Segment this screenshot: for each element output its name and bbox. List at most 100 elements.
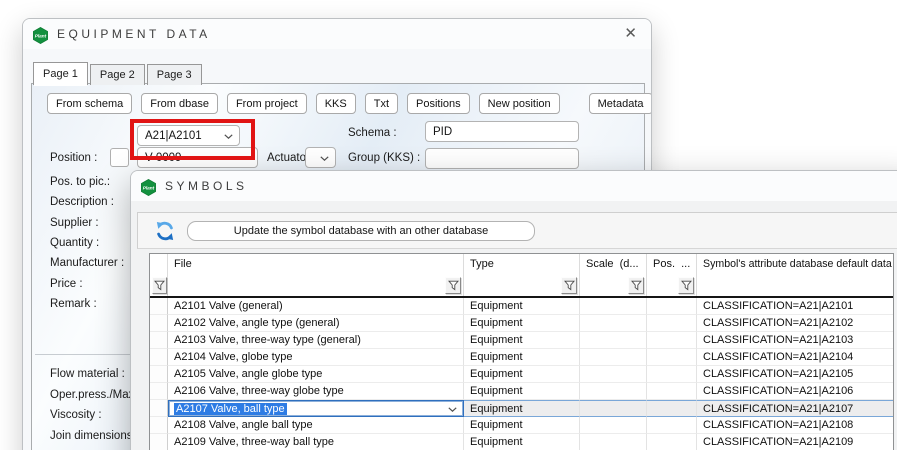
cell-scale — [580, 315, 647, 332]
from-schema-button[interactable]: From schema — [47, 93, 132, 114]
metadata-button[interactable]: Metadata — [589, 93, 652, 114]
table-row[interactable]: A2102 Valve, angle type (general) Equipm… — [150, 315, 893, 332]
table-row[interactable]: A2109 Valve, three-way ball type Equipme… — [150, 434, 893, 450]
cell-type: Equipment — [464, 332, 580, 349]
tab-page-1[interactable]: Page 1 — [33, 62, 88, 85]
cell-default-data: CLASSIFICATION=A21|A2105 — [697, 366, 893, 383]
filter-funnel-icon[interactable] — [445, 277, 461, 294]
column-header-default-data[interactable]: Symbol's attribute database default data — [697, 254, 893, 274]
column-header-pos[interactable]: Pos. ... — [647, 254, 697, 274]
group-kks-label: Group (KKS) : — [348, 152, 420, 164]
actuator-combo[interactable] — [305, 147, 336, 168]
column-header-scale[interactable]: Scale (d... — [580, 254, 647, 274]
cell-scale — [580, 400, 647, 417]
filter-cell-type — [464, 274, 580, 296]
filter-cell-scale — [580, 274, 647, 296]
window-title: EQUIPMENT DATA — [57, 27, 211, 41]
table-row-selected[interactable]: A2107 Valve, ball type Equipment CLASSIF… — [150, 400, 893, 417]
column-header-type[interactable]: Type — [464, 254, 580, 274]
cell-pos — [647, 400, 697, 417]
price-label: Price : — [50, 278, 83, 290]
table-row[interactable]: A2103 Valve, three-way type (general) Eq… — [150, 332, 893, 349]
window-title: SYMBOLS — [165, 179, 248, 193]
cell-default-data: CLASSIFICATION=A21|A2103 — [697, 332, 893, 349]
position-label: Position : — [50, 152, 97, 164]
schema-input[interactable]: PID — [425, 121, 579, 142]
cell-scale — [580, 298, 647, 315]
table-row[interactable]: A2108 Valve, angle ball type Equipment C… — [150, 417, 893, 434]
filter-cell-default-data — [697, 274, 893, 296]
svg-text:Plant: Plant — [35, 33, 47, 39]
cell-scale — [580, 417, 647, 434]
group-kks-input[interactable] — [425, 148, 579, 169]
section-divider — [35, 354, 143, 355]
cell-default-data: CLASSIFICATION=A21|A2102 — [697, 315, 893, 332]
cell-type: Equipment — [464, 383, 580, 400]
cell-pos — [647, 349, 697, 366]
table-row[interactable]: A2106 Valve, three-way globe type Equipm… — [150, 383, 893, 400]
page-tabstrip: Page 1 Page 2 Page 3 — [33, 62, 204, 85]
row-indicator — [150, 417, 168, 434]
kks-button[interactable]: KKS — [316, 93, 356, 114]
refresh-sync-icon[interactable] — [154, 220, 176, 242]
chevron-down-icon — [224, 134, 233, 139]
filter-row — [150, 274, 893, 298]
cell-type: Equipment — [464, 315, 580, 332]
symbols-titlebar[interactable]: Plant SYMBOLS — [131, 171, 897, 201]
cell-file: A2109 Valve, three-way ball type — [168, 434, 464, 450]
table-row[interactable]: A2101 Valve (general) Equipment CLASSIFI… — [150, 298, 893, 315]
pos-to-pic-label: Pos. to pic.: — [50, 176, 110, 188]
column-header-file[interactable]: File — [168, 254, 464, 274]
from-project-button[interactable]: From project — [227, 93, 307, 114]
update-database-button[interactable]: Update the symbol database with an other… — [187, 221, 535, 241]
cell-default-data: CLASSIFICATION=A21|A2107 — [697, 400, 893, 417]
cell-file: A2108 Valve, angle ball type — [168, 417, 464, 434]
tab-page-2[interactable]: Page 2 — [90, 64, 145, 85]
tab-page-3[interactable]: Page 3 — [147, 64, 202, 85]
cell-default-data: CLASSIFICATION=A21|A2101 — [697, 298, 893, 315]
screenshot-viewport: Plant EQUIPMENT DATA ✕ Page 1 Page 2 Pag… — [0, 0, 897, 450]
cell-default-data: CLASSIFICATION=A21|A2108 — [697, 417, 893, 434]
position-checkbox[interactable] — [110, 148, 129, 167]
table-row[interactable]: A2104 Valve, globe type Equipment CLASSI… — [150, 349, 893, 366]
position-input[interactable]: V-0009 — [137, 147, 258, 168]
cell-scale — [580, 349, 647, 366]
viscosity-label: Viscosity : — [50, 409, 102, 421]
chevron-down-icon — [320, 156, 329, 161]
quantity-label: Quantity : — [50, 237, 99, 249]
plant-logo-icon: Plant — [32, 27, 49, 44]
new-position-button[interactable]: New position — [479, 93, 560, 114]
txt-button[interactable]: Txt — [365, 93, 398, 114]
positions-button[interactable]: Positions — [407, 93, 470, 114]
cell-scale — [580, 332, 647, 349]
classification-combo[interactable]: A21|A2101 — [137, 125, 240, 146]
filter-funnel-icon[interactable] — [152, 277, 167, 294]
cell-file: A2103 Valve, three-way type (general) — [168, 332, 464, 349]
row-indicator — [150, 315, 168, 332]
cell-default-data: CLASSIFICATION=A21|A2106 — [697, 383, 893, 400]
flow-material-label: Flow material : — [50, 368, 125, 380]
plant-logo-icon: Plant — [140, 179, 157, 196]
close-icon[interactable]: ✕ — [624, 24, 637, 42]
equipment-titlebar[interactable]: Plant EQUIPMENT DATA ✕ — [23, 19, 651, 49]
chevron-down-icon[interactable] — [448, 407, 457, 412]
table-row[interactable]: A2105 Valve, angle globe type Equipment … — [150, 366, 893, 383]
table-header-row: File Type Scale (d... Pos. ... Symbol's … — [150, 254, 893, 274]
row-indicator — [150, 332, 168, 349]
cell-type: Equipment — [464, 298, 580, 315]
manufacturer-label: Manufacturer : — [50, 257, 124, 269]
schema-label: Schema : — [348, 127, 397, 139]
file-combobox[interactable]: A2107 Valve, ball type — [168, 400, 464, 417]
from-dbase-button[interactable]: From dbase — [141, 93, 218, 114]
filter-cell-file — [168, 274, 464, 296]
join-dimensions-label: Join dimensions : — [50, 430, 139, 442]
filter-funnel-icon[interactable] — [628, 277, 644, 294]
filter-cell-pos — [647, 274, 697, 296]
row-indicator — [150, 349, 168, 366]
row-indicator-header — [150, 254, 168, 274]
position-value: V-0009 — [145, 152, 181, 164]
filter-funnel-icon[interactable] — [561, 277, 577, 294]
cell-pos — [647, 366, 697, 383]
classification-combo-value: A21|A2101 — [145, 130, 202, 142]
filter-funnel-icon[interactable] — [678, 277, 694, 294]
